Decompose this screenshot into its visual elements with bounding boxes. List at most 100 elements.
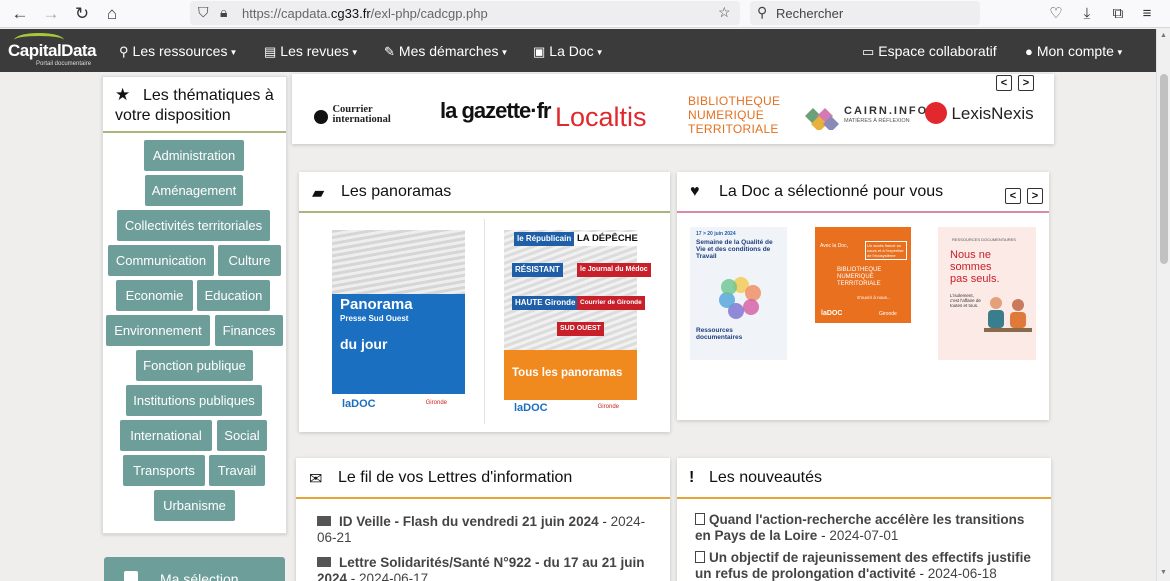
flower-icon <box>719 277 761 319</box>
tag-institutions-publiques[interactable]: Institutions publiques <box>126 385 262 416</box>
panoramas-header: ▰ Les panoramas <box>299 172 670 213</box>
globe-icon <box>314 110 328 124</box>
masthead-republicain: le Républicain <box>514 232 575 246</box>
id-card-icon: ▣ <box>533 44 546 59</box>
panoramas-title: Les panoramas <box>341 183 452 200</box>
tag-administration[interactable]: Administration <box>144 140 244 171</box>
lettre-date: 2024-06-17 <box>359 571 429 581</box>
document-icon <box>695 551 705 563</box>
partners-next-button[interactable]: > <box>1018 75 1034 91</box>
tag-communication[interactable]: Communication <box>108 245 214 276</box>
monitor-icon: ▭ <box>862 44 875 59</box>
pocket-icon[interactable]: ♡ <box>1045 3 1067 25</box>
tag-international[interactable]: International <box>120 420 212 451</box>
people-illustration <box>984 297 1032 332</box>
ladoc-logo: laDOC <box>514 402 548 414</box>
menu-icon[interactable]: ≡ <box>1136 3 1158 25</box>
masthead-haute-gironde: HAUTE Gironde <box>512 296 579 310</box>
partners-prev-button[interactable]: < <box>996 75 1012 91</box>
nav-revues[interactable]: ▤ Les revues ▼ <box>264 43 359 60</box>
page-scrollbar[interactable]: ▲ ▼ <box>1156 29 1170 581</box>
browser-toolbar: ← → ↻ ⌂ ⛉ 🔒︎ https://capdata.cg33.fr/exl… <box>0 0 1170 28</box>
url-text: https://capdata.cg33.fr/exl-php/cadcgp.p… <box>242 6 488 21</box>
download-icon[interactable]: ⤓ <box>1076 3 1098 25</box>
tag-transports[interactable]: Transports <box>123 455 205 486</box>
tag-economie[interactable]: Economie <box>116 280 193 311</box>
thematiques-header: ★ Les thématiques à votre disposition <box>103 77 286 133</box>
tag-fonction-publique[interactable]: Fonction publique <box>136 350 253 381</box>
panorama-footer: laDOC Gironde <box>332 398 465 412</box>
tag-education[interactable]: Education <box>197 280 270 311</box>
tag-environnement[interactable]: Environnement <box>106 315 210 346</box>
lagazette-logo[interactable]: la gazette·fr <box>440 98 551 124</box>
gironde-logo: Gironde <box>425 400 447 406</box>
lettres-title: Le fil de vos Lettres d'information <box>338 469 573 486</box>
tag-finances[interactable]: Finances <box>215 315 283 346</box>
nouveaute-item[interactable]: Un objectif de rajeunissement des effect… <box>695 550 1040 581</box>
selection-prev-button[interactable]: < <box>1005 188 1021 204</box>
tag-culture[interactable]: Culture <box>218 245 281 276</box>
panorama-subtitle: Presse Sud Ouest <box>340 314 409 323</box>
nav-mon-compte[interactable]: ● Mon compte ▼ <box>1025 43 1124 59</box>
ma-selection-title: Ma sélection <box>160 571 239 581</box>
qvt-date: 17 > 20 juin 2024 <box>696 231 736 237</box>
lexisnexis-logo[interactable]: LexisNexis <box>925 102 1034 124</box>
lock-icon[interactable]: 🔒︎ <box>220 4 227 21</box>
url-bar[interactable]: ⛉ 🔒︎ https://capdata.cg33.fr/exl-php/cad… <box>190 1 740 25</box>
bnt-logo[interactable]: BIBLIOTHEQUE NUMERIQUE TERRITORIALE <box>688 94 788 136</box>
localtis-logo[interactable]: Localtis <box>555 102 647 133</box>
scroll-down-icon[interactable]: ▼ <box>1160 569 1167 576</box>
search-placeholder: Rechercher <box>776 6 844 21</box>
selection-next-button[interactable]: > <box>1027 188 1043 204</box>
bookmark-star-icon[interactable]: ☆ <box>718 4 731 21</box>
bnt-title: BIBLIOTHEQUE NUMERIQUE TERRITORIALE <box>837 267 882 287</box>
back-icon[interactable]: ← <box>9 3 31 25</box>
nav-ladoc[interactable]: ▣ La Doc ▼ <box>533 43 604 60</box>
nav-espace-collaboratif[interactable]: ▭ Espace collaboratif <box>862 43 997 60</box>
bnt-gironde-logo: Gironde <box>879 311 897 317</box>
forward-icon[interactable]: → <box>40 3 62 25</box>
search-icon: ⚲ <box>119 44 129 59</box>
map-icon: ▰ <box>312 185 325 202</box>
home-icon[interactable]: ⌂ <box>101 3 123 25</box>
ma-selection-panel[interactable]: Ma sélection <box>104 557 285 581</box>
scroll-thumb[interactable] <box>1160 74 1168 264</box>
selection-item-qvt[interactable]: 17 > 20 juin 2024 Semaine de la Qualité … <box>690 227 787 360</box>
nouveaute-date: 2024-07-01 <box>829 528 899 543</box>
panoramas-divider <box>484 219 485 424</box>
qvt-footer: Ressources documentaires <box>696 327 743 341</box>
panorama-du-jour[interactable]: Panorama Presse Sud Ouest du jour laDOC … <box>332 230 465 415</box>
extensions-icon[interactable]: ⧉ <box>1107 3 1129 25</box>
nouveaute-item[interactable]: Quand l'action-recherche accélère les tr… <box>695 512 1040 544</box>
lettre-item[interactable]: ID Veille - Flash du vendredi 21 juin 20… <box>317 514 662 546</box>
tag-collectivites[interactable]: Collectivités territoriales <box>117 210 270 241</box>
selection-item-bnt[interactable]: Avec la Doc, Un accès fiancé au cours et… <box>815 227 911 323</box>
scroll-up-icon[interactable]: ▲ <box>1160 32 1167 39</box>
tag-amenagement[interactable]: Aménagement <box>145 175 243 206</box>
isolement-title: Nous ne sommes pas seuls. <box>950 249 1000 285</box>
masthead-medoc: le Journal du Médoc <box>577 263 651 277</box>
bnt-link: S'ouvrir à nous... <box>857 295 891 300</box>
nav-compte-label: Mon compte <box>1036 43 1114 59</box>
cairn-logo[interactable] <box>797 102 841 135</box>
isolement-tag: RESSOURCES DOCUMENTAIRES <box>952 237 1016 242</box>
nouveautes-header: ! Les nouveautés <box>677 458 1051 499</box>
tous-les-panoramas[interactable]: le Républicain LA DÉPÊCHE RÉSISTANT le J… <box>504 230 651 415</box>
cairn-tagline: MATIÈRES À RÉFLEXION <box>844 118 910 124</box>
shield-icon[interactable]: ⛉ <box>198 4 209 21</box>
bnt-note: Un accès fiancé au cours et à l'expertis… <box>865 241 907 260</box>
caret-down-icon: ▼ <box>350 47 359 57</box>
lettre-item[interactable]: Lettre Solidarités/Santé N°922 - du 17 a… <box>317 555 662 581</box>
tag-travail[interactable]: Travail <box>209 455 265 486</box>
search-bar[interactable]: ⚲ Rechercher <box>750 1 980 25</box>
selection-item-isolement[interactable]: RESSOURCES DOCUMENTAIRES Nous ne sommes … <box>938 227 1036 360</box>
thematiques-title: Les thématiques à votre disposition <box>115 87 274 124</box>
tag-social[interactable]: Social <box>217 420 267 451</box>
nav-demarches[interactable]: ✎ Mes démarches ▼ <box>384 43 508 60</box>
reload-icon[interactable]: ↻ <box>71 3 93 25</box>
capitaldata-logo[interactable]: CapitalData Portail documentaire <box>6 32 97 70</box>
courrier-international-logo[interactable]: Courrier international <box>314 104 428 126</box>
nav-ressources[interactable]: ⚲ Les ressources ▼ <box>119 43 237 60</box>
tag-urbanisme[interactable]: Urbanisme <box>154 490 235 521</box>
lettre-title: ID Veille - Flash du vendredi 21 juin 20… <box>339 514 599 529</box>
